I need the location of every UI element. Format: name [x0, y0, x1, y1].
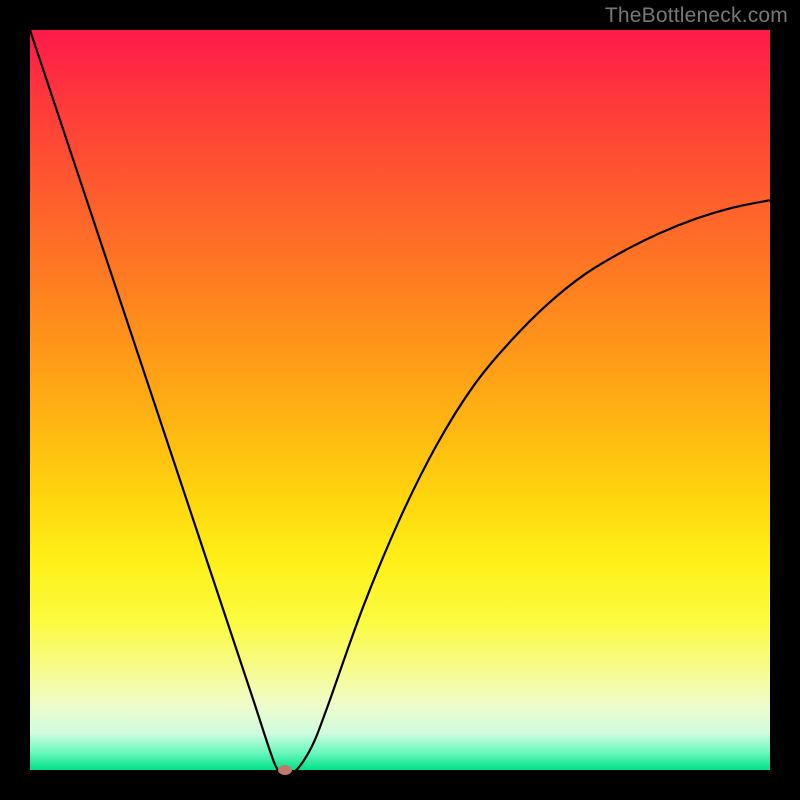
chart-frame: [30, 30, 770, 770]
optimum-marker-dot: [278, 765, 292, 775]
watermark-text: TheBottleneck.com: [605, 4, 788, 28]
bottleneck-curve: [30, 30, 770, 770]
plot-area: [30, 30, 770, 770]
curve-svg: [30, 30, 770, 770]
